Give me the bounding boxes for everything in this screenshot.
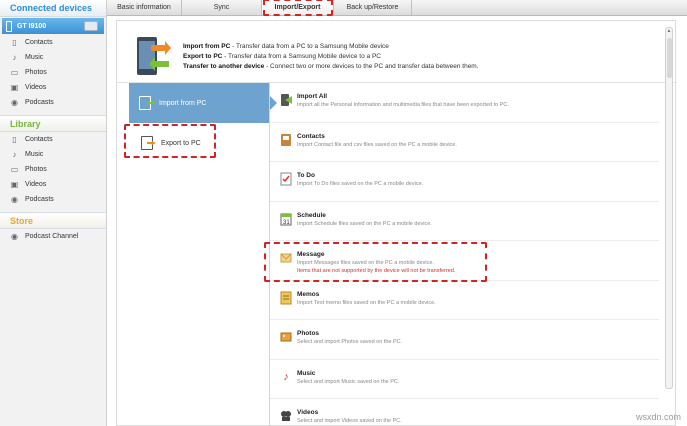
scroll-thumb[interactable]: [667, 38, 672, 78]
podcasts-icon: ◉: [11, 195, 18, 204]
music-icon: ♪: [283, 370, 289, 383]
music-icon: ♪: [12, 150, 17, 159]
export-desc: - Transfer data from a Samsung Mobile de…: [222, 53, 381, 60]
photos-icon: ▭: [10, 165, 19, 174]
scroll-up-icon[interactable]: ▲: [666, 28, 672, 34]
list-item-schedule[interactable]: 31 Schedule Import Schedule files saved …: [270, 202, 659, 241]
item-desc: Import Text memo files saved on the PC a…: [297, 299, 436, 306]
main-panel: Import from PC - Transfer data from a PC…: [116, 20, 677, 426]
list-item-photos[interactable]: Photos Select and import Photos saved on…: [270, 320, 659, 360]
transfer-title: Transfer to another device: [183, 63, 265, 70]
sidebar-item-label: Videos: [25, 181, 47, 188]
contacts-icon: [280, 133, 292, 147]
sidebar-item-label: Music: [25, 54, 44, 61]
watermark: wsxdn.com: [635, 412, 681, 422]
export-title: Export to PC: [183, 53, 223, 60]
item-title: Videos: [297, 409, 319, 416]
sidebar-item-label: Podcast Channel: [25, 233, 79, 240]
sidebar-item-photos[interactable]: ▭ Photos: [0, 65, 106, 80]
sidebar-item-podcasts[interactable]: ◉ Podcasts: [0, 95, 106, 110]
item-title: To Do: [297, 172, 315, 179]
tab-basic-information[interactable]: Basic information: [107, 0, 182, 15]
item-title: Memos: [297, 290, 320, 298]
device-name: GT I9100: [17, 22, 47, 30]
item-desc: Select and import Photos saved on the PC…: [297, 339, 403, 345]
sidebar-item-music[interactable]: ♪ Music: [0, 50, 106, 65]
item-title: Schedule: [297, 211, 326, 219]
item-desc: Import Schedule files saved on the PC a …: [297, 220, 432, 227]
transfer-illustration-icon: [137, 37, 171, 75]
item-title: Import All: [297, 93, 328, 100]
item-title: Contacts: [297, 132, 325, 140]
library-header: Library: [0, 115, 106, 132]
import-phone-icon: [139, 96, 155, 110]
calendar-icon: 31: [280, 212, 292, 226]
contacts-icon: ▯: [12, 135, 17, 144]
todo-icon: [280, 172, 292, 186]
import-desc: - Transfer data from a PC to a Samsung M…: [230, 43, 389, 50]
item-desc: Import To Do files saved on the PC a mob…: [297, 181, 424, 187]
sidebar-item-label: Contacts: [25, 136, 53, 143]
device-item[interactable]: GT I9100: [2, 18, 104, 34]
item-title: Photos: [297, 330, 320, 337]
device-options-button[interactable]: [84, 21, 98, 31]
sidebar-item-library-music[interactable]: ♪ Music: [0, 147, 106, 162]
transfer-desc: - Connect two or more devices to the PC …: [264, 63, 479, 70]
import-export-tab-highlight: [263, 0, 333, 16]
import-from-pc-label: Import from PC: [159, 99, 207, 107]
export-to-pc-highlight: [124, 124, 216, 158]
sidebar-item-contacts[interactable]: ▯ Contacts: [0, 35, 106, 50]
message-item-highlight: [264, 242, 487, 282]
import-all-icon: [280, 93, 292, 107]
item-title: Music: [297, 369, 316, 377]
item-desc: Select and import Music saved on the PC.: [297, 378, 400, 385]
item-desc: Import Contact file and csv files saved …: [297, 141, 457, 148]
list-item-todo[interactable]: To Do Import To Do files saved on the PC…: [270, 162, 659, 202]
contacts-icon: ▯: [12, 38, 17, 47]
list-item-memos[interactable]: Memos Import Text memo files saved on th…: [270, 281, 659, 320]
sidebar-item-podcast-channel[interactable]: ◉ Podcast Channel: [0, 229, 106, 244]
music-icon: ♪: [12, 53, 17, 62]
sidebar-item-label: Videos: [25, 84, 47, 91]
phone-icon: [6, 20, 12, 32]
sidebar-item-library-podcasts[interactable]: ◉ Podcasts: [0, 192, 106, 207]
tab-backup-restore[interactable]: Back up/Restore: [334, 0, 412, 15]
sidebar-item-label: Photos: [25, 69, 47, 76]
videos-icon: ▣: [10, 83, 19, 92]
sidebar-item-videos[interactable]: ▣ Videos: [0, 80, 106, 95]
list-item-contacts[interactable]: Contacts Import Contact file and csv fil…: [270, 123, 659, 162]
list-item-import-all[interactable]: Import All Import all the Personal Infor…: [270, 83, 659, 123]
sidebar-item-library-videos[interactable]: ▣ Videos: [0, 177, 106, 192]
sidebar-item-library-contacts[interactable]: ▯ Contacts: [0, 132, 106, 147]
list-item-music[interactable]: ♪ Music Select and import Music saved on…: [270, 360, 659, 399]
tab-sync[interactable]: Sync: [182, 0, 262, 15]
memo-icon: [280, 291, 292, 305]
list-item-videos[interactable]: Videos Select and import Videos saved on…: [270, 399, 659, 426]
sidebar-item-label: Contacts: [25, 39, 53, 46]
info-text: Import from PC - Transfer data from a PC…: [183, 42, 479, 72]
tab-bar: Basic information Sync Import/Export Bac…: [107, 0, 687, 16]
podcasts-icon: ◉: [11, 98, 18, 107]
import-from-pc-nav[interactable]: Import from PC: [129, 83, 277, 123]
info-header: Import from PC - Transfer data from a PC…: [117, 21, 677, 83]
item-desc: Import all the Personal Information and …: [297, 102, 509, 108]
sidebar-item-label: Music: [25, 151, 44, 158]
sidebar-item-label: Photos: [25, 166, 47, 173]
sidebar: Connected devices GT I9100 ▯ Contacts ♪ …: [0, 0, 107, 426]
connected-devices-header: Connected devices: [0, 0, 106, 17]
vertical-scrollbar[interactable]: ▲: [665, 27, 673, 389]
podcast-channel-icon: ◉: [11, 232, 18, 241]
sidebar-item-label: Podcasts: [25, 196, 54, 203]
sidebar-item-library-photos[interactable]: ▭ Photos: [0, 162, 106, 177]
svg-text:31: 31: [283, 220, 290, 226]
photos-icon: [280, 330, 292, 344]
videos-icon: [280, 409, 292, 423]
sidebar-item-label: Podcasts: [25, 99, 54, 106]
videos-icon: ▣: [10, 180, 19, 189]
photos-icon: ▭: [10, 68, 19, 77]
store-header: Store: [0, 212, 106, 229]
item-desc: Select and import Videos saved on the PC…: [297, 418, 402, 424]
import-title: Import from PC: [183, 43, 231, 50]
